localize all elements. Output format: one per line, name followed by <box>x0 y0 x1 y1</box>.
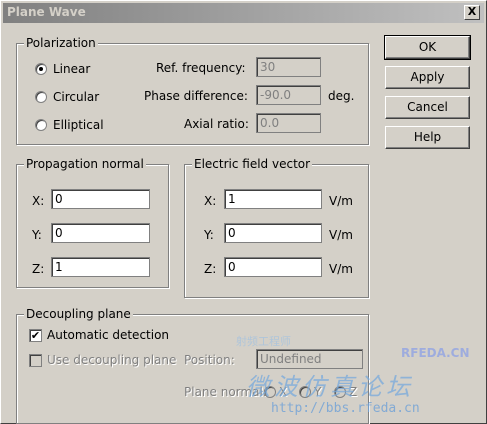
close-button[interactable]: X <box>464 5 480 20</box>
prop-z-label: Z: <box>32 262 45 276</box>
polarization-group-label: Polarization <box>24 36 98 50</box>
plane-wave-dialog: Plane Wave X OK Apply Cancel Help Polari… <box>0 0 487 424</box>
ref-frequency-input[interactable]: 30 <box>256 57 321 77</box>
prop-y-label: Y: <box>32 228 42 242</box>
radio-linear[interactable] <box>35 63 47 75</box>
help-button[interactable]: Help <box>385 126 470 149</box>
use-decoupling-plane-label[interactable]: Use decoupling plane <box>47 353 176 367</box>
efield-y-input[interactable]: 0 <box>224 223 322 243</box>
plane-normal-x-label[interactable]: X <box>279 385 287 399</box>
plane-normal-y-radio[interactable] <box>299 386 311 398</box>
efield-x-label: X: <box>204 194 217 208</box>
radio-elliptical-label[interactable]: Elliptical <box>53 118 104 132</box>
efield-x-unit: V/m <box>329 194 353 208</box>
radio-circular[interactable] <box>35 91 47 103</box>
efield-x-input[interactable]: 1 <box>224 189 322 209</box>
automatic-detection-label[interactable]: Automatic detection <box>47 328 169 342</box>
ok-button[interactable]: OK <box>384 35 471 60</box>
plane-normal-z-label[interactable]: Z <box>349 385 357 399</box>
electric-field-group-label: Electric field vector <box>192 157 313 171</box>
window-title: Plane Wave <box>7 5 86 19</box>
prop-z-input[interactable]: 1 <box>51 257 150 277</box>
radio-elliptical[interactable] <box>35 119 47 131</box>
efield-y-unit: V/m <box>329 228 353 242</box>
plane-normal-z-radio[interactable] <box>334 386 346 398</box>
position-input[interactable]: Undefined <box>256 349 363 369</box>
phase-unit-label: deg. <box>328 89 355 103</box>
phase-difference-input[interactable]: -90.0 <box>256 85 321 105</box>
radio-linear-label[interactable]: Linear <box>53 62 90 76</box>
prop-y-input[interactable]: 0 <box>51 223 150 243</box>
decoupling-plane-group-label: Decoupling plane <box>24 307 133 321</box>
propagation-normal-group-label: Propagation normal <box>24 157 146 171</box>
phase-difference-label: Phase difference: <box>144 89 248 103</box>
apply-button[interactable]: Apply <box>385 66 470 89</box>
radio-circular-label[interactable]: Circular <box>53 90 99 104</box>
plane-normal-label: Plane normal: <box>184 385 267 399</box>
plane-normal-y-label[interactable]: Y <box>314 385 321 399</box>
cancel-button[interactable]: Cancel <box>385 96 470 119</box>
axial-ratio-input[interactable]: 0.0 <box>256 113 321 133</box>
close-icon: X <box>467 5 477 18</box>
position-label: Position: <box>184 353 235 367</box>
title-bar[interactable]: Plane Wave X <box>3 3 484 23</box>
efield-y-label: Y: <box>204 228 214 242</box>
prop-x-label: X: <box>32 194 45 208</box>
watermark-brand: RFEDA.CN <box>401 346 470 360</box>
plane-normal-x-radio[interactable] <box>264 386 276 398</box>
automatic-detection-checkbox[interactable]: ✔ <box>29 329 42 342</box>
efield-z-unit: V/m <box>329 262 353 276</box>
checkmark-icon: ✔ <box>30 329 41 342</box>
efield-z-input[interactable]: 0 <box>224 257 322 277</box>
ref-frequency-label: Ref. frequency: <box>156 61 246 75</box>
axial-ratio-label: Axial ratio: <box>184 117 249 131</box>
efield-z-label: Z: <box>204 262 217 276</box>
use-decoupling-plane-checkbox[interactable] <box>29 354 42 367</box>
prop-x-input[interactable]: 0 <box>51 189 150 209</box>
